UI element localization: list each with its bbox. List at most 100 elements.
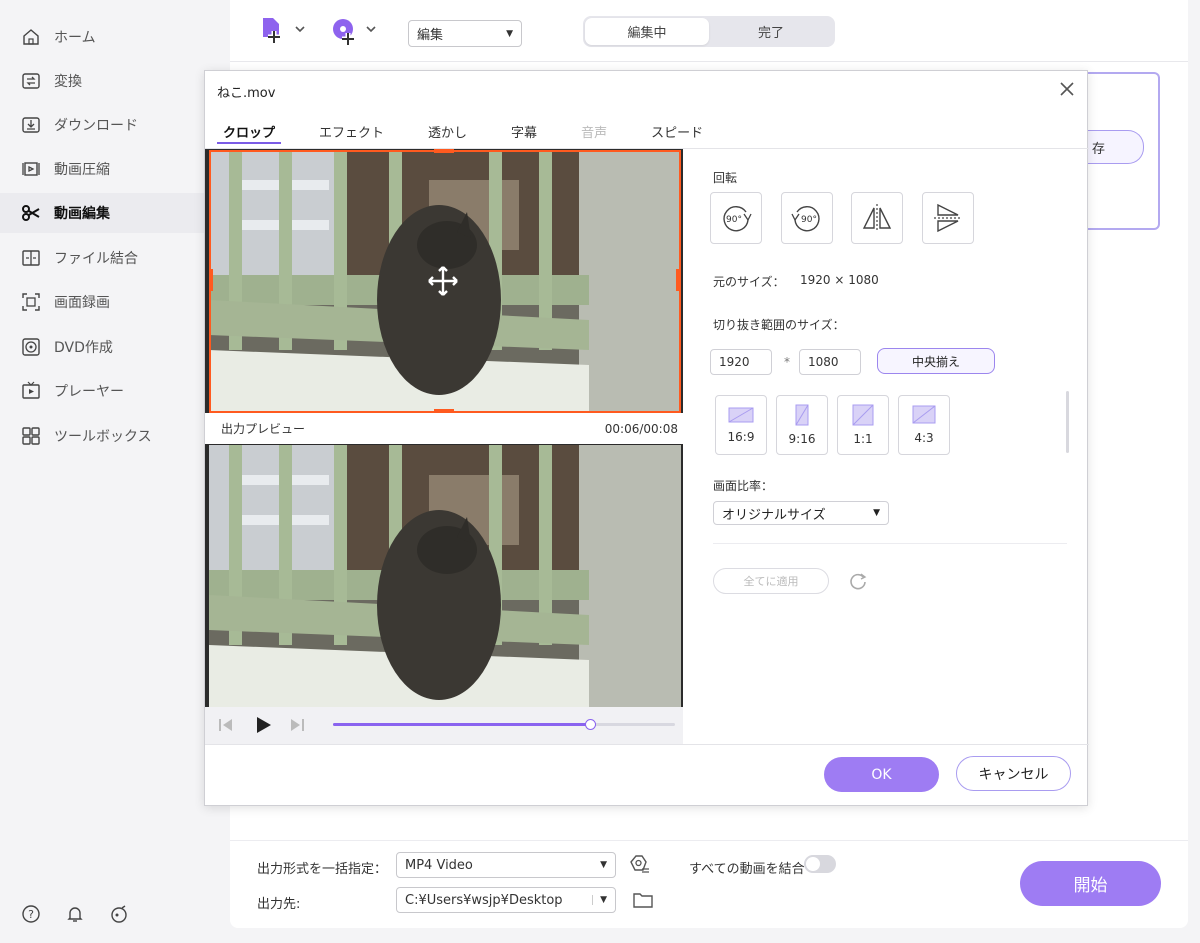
progress-bar[interactable]: [333, 719, 675, 730]
format-settings-icon[interactable]: [628, 854, 650, 876]
rotate-left-button[interactable]: 90°: [710, 192, 762, 244]
ratio-label: 4:3: [914, 431, 934, 445]
sidebar-item-toolbox[interactable]: ツールボックス: [0, 416, 230, 456]
sidebar-item-download[interactable]: ダウンロード: [0, 105, 230, 145]
sidebar-item-label: 動画編集: [54, 206, 110, 222]
dvd-icon: [20, 336, 42, 358]
flip-horizontal-button[interactable]: [851, 192, 903, 244]
add-file-button[interactable]: [260, 14, 310, 48]
compress-icon: [20, 158, 42, 180]
output-path-select[interactable]: C:¥Users¥wsjp¥Desktop ▼: [396, 887, 616, 913]
tab-speed[interactable]: スピード: [645, 122, 709, 144]
next-frame-icon[interactable]: [288, 716, 306, 738]
output-path-value: C:¥Users¥wsjp¥Desktop: [405, 892, 563, 908]
mode-select[interactable]: 編集 ▼: [408, 20, 522, 47]
scissors-icon: [20, 202, 42, 224]
preview-header: 出力プレビュー 00:06/00:08: [205, 413, 683, 444]
crop-handle-right[interactable]: [676, 269, 680, 291]
tab-editing[interactable]: 編集中: [585, 18, 709, 45]
feedback-icon[interactable]: [108, 903, 130, 925]
save-button-partial[interactable]: 存: [1086, 130, 1144, 164]
crop-size-label: 切り抜き範囲のサイズ：: [713, 318, 845, 332]
home-icon: [20, 26, 42, 48]
rotate-right-button[interactable]: 90°: [781, 192, 833, 244]
sidebar: ホーム 変換 ダウンロード 動画圧縮 動画編集 ファイル結合 画面録画 DVD作…: [0, 0, 230, 943]
chevron-down-icon: ▼: [873, 508, 880, 518]
tab-crop[interactable]: クロップ: [217, 122, 282, 144]
cancel-button[interactable]: キャンセル: [956, 756, 1071, 791]
svg-text:?: ?: [28, 908, 34, 921]
sidebar-item-label: ダウンロード: [54, 118, 138, 134]
divider: [713, 543, 1067, 544]
dialog-title: ねこ.mov: [217, 86, 276, 101]
play-icon[interactable]: [253, 715, 273, 739]
player-icon: [20, 380, 42, 402]
ok-button[interactable]: OK: [824, 757, 939, 792]
merge-toggle[interactable]: [804, 855, 836, 873]
original-size-value: 1920 × 1080: [800, 273, 879, 287]
sidebar-item-screen-record[interactable]: 画面録画: [0, 282, 230, 322]
ratio-9-16-button[interactable]: 9:16: [776, 395, 828, 455]
ratio-4-3-button[interactable]: 4:3: [898, 395, 950, 455]
folder-icon[interactable]: [632, 890, 654, 910]
tab-done[interactable]: 完了: [709, 18, 833, 45]
crop-handle-left[interactable]: [209, 269, 213, 291]
start-button[interactable]: 開始: [1020, 861, 1161, 906]
sidebar-item-home[interactable]: ホーム: [0, 17, 230, 57]
add-disc-button[interactable]: [331, 14, 381, 48]
tab-subtitle[interactable]: 字幕: [505, 122, 543, 144]
ratio-label: 16:9: [727, 430, 755, 444]
chevron-down-icon: ▼: [506, 28, 513, 39]
crop-width-input[interactable]: 1920: [710, 349, 772, 375]
crop-multiply-sign: *: [784, 355, 790, 369]
bell-icon[interactable]: [64, 903, 86, 925]
ratio-1-1-button[interactable]: 1:1: [837, 395, 889, 455]
sidebar-item-compress[interactable]: 動画圧縮: [0, 149, 230, 189]
sidebar-item-dvd[interactable]: DVD作成: [0, 327, 230, 367]
time-display: 00:06/00:08: [604, 421, 678, 436]
screen-record-icon: [20, 291, 42, 313]
sidebar-item-label: 動画圧縮: [54, 162, 110, 178]
crop-frame[interactable]: [209, 150, 681, 413]
output-label: 出力先:: [257, 897, 301, 912]
rotate-right-label: 90°: [801, 215, 817, 225]
flip-vertical-button[interactable]: [922, 192, 974, 244]
sidebar-item-video-edit[interactable]: 動画編集: [0, 193, 230, 233]
progress-knob[interactable]: [584, 719, 596, 730]
sidebar-item-label: ツールボックス: [54, 429, 152, 445]
preview-video: [209, 445, 681, 707]
mode-select-value: 編集: [417, 28, 444, 43]
toolbox-icon: [20, 425, 42, 447]
format-label: 出力形式を一括指定：: [257, 862, 388, 877]
playback-controls: [205, 707, 683, 744]
crop-height-input[interactable]: 1080: [799, 349, 861, 375]
previous-frame-icon[interactable]: [217, 716, 235, 738]
reset-icon[interactable]: [847, 570, 869, 592]
divider: [205, 744, 1089, 745]
sidebar-item-convert[interactable]: 変換: [0, 61, 230, 101]
sidebar-item-label: 画面録画: [54, 295, 110, 311]
format-select[interactable]: MP4 Video ▼: [396, 852, 616, 878]
aspect-ratio-select[interactable]: オリジナルサイズ ▼: [713, 501, 889, 525]
crop-settings-pane: 回転 90° 90° 元のサイズ： 1920 × 1080 切り抜き範囲のサイズ…: [683, 149, 1087, 744]
rotate-left-label: 90°: [726, 215, 742, 225]
preview-label: 出力プレビュー: [221, 422, 306, 436]
tab-watermark[interactable]: 透かし: [422, 122, 473, 144]
merge-label: すべての動画を結合: [689, 862, 805, 877]
ratio-scrollbar[interactable]: [1066, 391, 1069, 453]
download-icon: [20, 114, 42, 136]
sidebar-item-label: 変換: [54, 74, 82, 90]
ratio-label: 1:1: [853, 432, 873, 446]
center-align-button[interactable]: 中央揃え: [877, 348, 995, 374]
tab-effect[interactable]: エフェクト: [313, 122, 390, 144]
help-icon[interactable]: ?: [20, 903, 42, 925]
close-icon[interactable]: [1057, 79, 1077, 99]
toolbar: 編集 ▼ 編集中 完了: [230, 0, 1188, 62]
convert-icon: [20, 70, 42, 92]
apply-all-button[interactable]: 全てに適用: [713, 568, 829, 594]
sidebar-item-merge[interactable]: ファイル結合: [0, 238, 230, 278]
sidebar-item-player[interactable]: プレーヤー: [0, 371, 230, 411]
ratio-16-9-button[interactable]: 16:9: [715, 395, 767, 455]
rotate-label: 回転: [713, 171, 738, 185]
crop-handle-top[interactable]: [434, 149, 454, 153]
